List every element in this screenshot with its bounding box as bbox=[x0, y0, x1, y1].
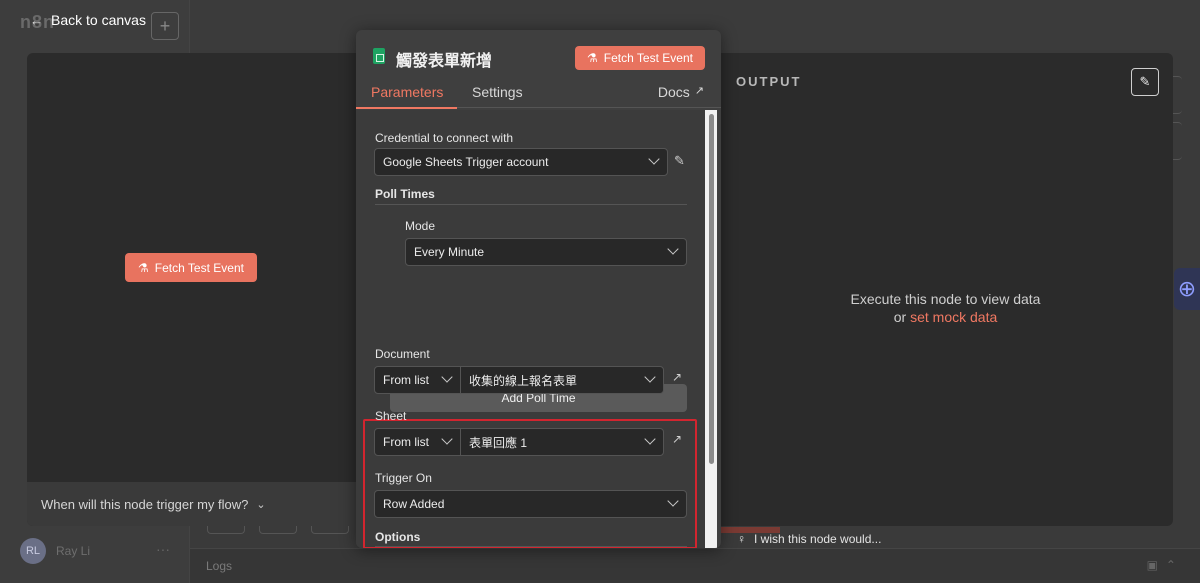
poll-times-divider bbox=[375, 204, 687, 205]
lightbulb-icon: ♀ bbox=[737, 532, 746, 546]
docs-label: Docs bbox=[657, 84, 690, 100]
input-fetch-test-event-button[interactable]: ⚗ Fetch Test Event bbox=[125, 253, 257, 282]
chevron-down-icon bbox=[667, 495, 679, 507]
trigger-question-text: When will this node trigger my flow? bbox=[41, 496, 249, 512]
chevron-down-icon: ⌄ bbox=[256, 498, 266, 511]
arrow-left-icon: ← bbox=[30, 12, 43, 28]
options-label: Options bbox=[375, 530, 421, 544]
logs-bar[interactable]: Logs ▣⌃ bbox=[190, 548, 1200, 583]
fetch-label: Fetch Test Event bbox=[603, 51, 693, 65]
output-title: OUTPUT bbox=[736, 74, 802, 89]
external-link-icon[interactable]: ↗ bbox=[672, 370, 682, 384]
credential-value: Google Sheets Trigger account bbox=[383, 155, 549, 169]
avatar: RL bbox=[20, 538, 46, 564]
add-workflow-button[interactable]: + bbox=[151, 12, 179, 40]
poll-times-label: Poll Times bbox=[375, 187, 435, 201]
chevron-down-icon bbox=[648, 153, 660, 165]
tab-parameters[interactable]: Parameters bbox=[371, 84, 443, 100]
dialog-tabs: Parameters Settings Docs ↗ bbox=[356, 82, 721, 108]
user-name: Ray Li bbox=[56, 544, 91, 558]
output-panel: OUTPUT ✎ Execute this node to view data … bbox=[718, 53, 1173, 526]
chevron-down-icon bbox=[644, 371, 656, 383]
fetch-test-event-button[interactable]: ⚗ Fetch Test Event bbox=[575, 46, 705, 70]
sheet-selector: From list 表單回應 1 bbox=[374, 428, 664, 456]
sheet-mode-value: From list bbox=[383, 435, 429, 449]
sheet-select[interactable]: 表單回應 1 bbox=[461, 429, 663, 455]
external-link-icon[interactable]: ↗ bbox=[672, 432, 682, 446]
trigger-on-value: Row Added bbox=[383, 497, 445, 511]
logs-window-icons[interactable]: ▣⌃ bbox=[1147, 558, 1184, 572]
trigger-question-toggle[interactable]: When will this node trigger my flow? ⌄ bbox=[27, 482, 357, 526]
chevron-down-icon bbox=[667, 243, 679, 255]
tab-docs[interactable]: Docs ↗ bbox=[658, 84, 704, 100]
set-mock-data-link[interactable]: set mock data bbox=[910, 309, 997, 325]
output-empty-message: Execute this node to view data or set mo… bbox=[718, 290, 1173, 326]
output-message-line: Execute this node to view data bbox=[850, 291, 1041, 307]
logs-label: Logs bbox=[206, 559, 233, 573]
back-to-canvas-label: Back to canvas bbox=[51, 12, 146, 28]
user-menu[interactable]: RL Ray Li bbox=[20, 538, 90, 564]
credential-select[interactable]: Google Sheets Trigger account bbox=[374, 148, 668, 176]
input-panel bbox=[27, 53, 357, 526]
external-link-icon: ↗ bbox=[694, 85, 704, 97]
mode-select[interactable]: Every Minute bbox=[405, 238, 687, 266]
pencil-icon[interactable]: ✎ bbox=[1131, 68, 1159, 96]
chevron-down-icon bbox=[644, 433, 656, 445]
flask-icon: ⚗ bbox=[138, 260, 149, 275]
mode-label: Mode bbox=[405, 219, 436, 233]
back-to-canvas-button[interactable]: ← Back to canvas bbox=[30, 12, 146, 28]
scrollbar-thumb[interactable] bbox=[709, 114, 714, 464]
globe-icon[interactable]: ⊕ bbox=[1174, 268, 1200, 310]
active-tab-indicator bbox=[356, 107, 457, 109]
trigger-on-select[interactable]: Row Added bbox=[374, 490, 687, 518]
trigger-on-label: Trigger On bbox=[375, 471, 432, 485]
chevron-down-icon bbox=[441, 433, 453, 445]
sheet-value: 表單回應 1 bbox=[469, 435, 528, 450]
user-more-icon[interactable]: ··· bbox=[156, 541, 170, 557]
feedback-input[interactable]: ♀ I wish this node would... bbox=[737, 532, 881, 546]
fetch-label: Fetch Test Event bbox=[154, 260, 244, 275]
google-sheets-icon bbox=[373, 48, 385, 64]
output-or-text: or bbox=[893, 309, 907, 325]
document-mode-value: From list bbox=[383, 373, 429, 387]
node-title[interactable]: 觸發表單新增 bbox=[396, 47, 492, 71]
options-divider bbox=[375, 546, 687, 547]
credential-label: Credential to connect with bbox=[375, 131, 514, 145]
node-parameters-dialog: 觸發表單新增 ⚗ Fetch Test Event Parameters Set… bbox=[356, 30, 721, 548]
document-selector: From list 收集的線上報名表單 bbox=[374, 366, 664, 394]
document-label: Document bbox=[375, 347, 430, 361]
document-select[interactable]: 收集的線上報名表單 bbox=[461, 367, 663, 393]
chevron-down-icon bbox=[441, 371, 453, 383]
flask-icon: ⚗ bbox=[587, 51, 598, 65]
mode-value: Every Minute bbox=[414, 245, 485, 259]
parameters-pane: Credential to connect with Google Sheets… bbox=[356, 110, 705, 548]
sheet-mode-select[interactable]: From list bbox=[375, 429, 461, 455]
sheet-label: Sheet bbox=[375, 409, 407, 423]
document-value: 收集的線上報名表單 bbox=[469, 373, 578, 388]
dialog-header: 觸發表單新增 ⚗ Fetch Test Event bbox=[356, 30, 721, 82]
feedback-text: I wish this node would... bbox=[754, 532, 882, 546]
tab-settings[interactable]: Settings bbox=[472, 84, 523, 100]
document-mode-select[interactable]: From list bbox=[375, 367, 461, 393]
pencil-icon[interactable]: ✎ bbox=[674, 153, 685, 169]
